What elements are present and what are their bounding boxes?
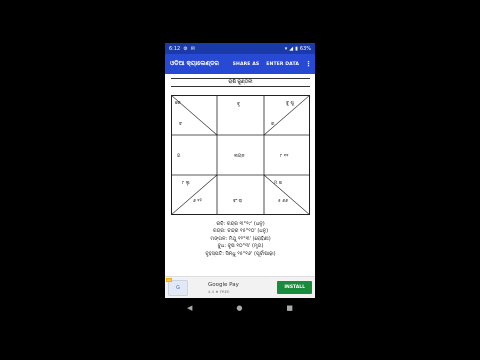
signal-icon: ◢: [289, 45, 294, 52]
house-5-planets: ୮ ୧୧: [280, 154, 289, 159]
status-bar: 6:12 ⚙ ✉ ▾ ◢ ▮ 63%: [165, 43, 315, 54]
planet-position-row: ବୃହସ୍ପତି: ସିନ୍ଧୁ ୨୫°୧୬' (ପୂର୍ବାଷାଢ଼ା): [205, 250, 276, 257]
house-7-planets: ୫ ୬୬: [278, 199, 288, 204]
ad-rating: 4.4 ★ FREE: [208, 288, 230, 294]
planet-position-row: ଚନ୍ଦ୍ର: ଚନ୍ଦ୍ର ୧୫°୨୦' (ଧନୁ): [212, 228, 269, 235]
ad-banner[interactable]: Ad G Google Pay 4.4 ★ FREE INSTALL: [165, 276, 315, 298]
enter-data-button[interactable]: ENTER DATA: [266, 62, 299, 67]
battery-icon: ▮: [295, 45, 298, 52]
house-11-planets: ଗ: [177, 154, 181, 159]
ad-badge: Ad: [166, 278, 172, 282]
house-2-planets: ବୃ: [237, 102, 241, 107]
chart-title: ରାଶି କୁଣ୍ଡଳୀ: [171, 78, 310, 87]
overflow-menu-icon[interactable]: ⋮: [305, 60, 312, 68]
recents-icon[interactable]: ■: [286, 304, 293, 312]
notification-icon: ✉: [190, 45, 195, 52]
lagna-cell: ଲଗ୍ନ: [234, 154, 245, 159]
house-1-planets: ଚ: [179, 122, 183, 127]
planet-position-row: ବୁଧ: ବୃଷ ୧୦°୩' (ମୃଗ): [217, 243, 264, 250]
battery-level: 63%: [299, 45, 311, 52]
planet-position-row: ମଙ୍ଗଳ: ମିଥୁ ୧୨°୩' (ରୋହିଣୀ): [210, 235, 271, 242]
planet-positions-list: ରବି: ଚନ୍ଦ୍ର ୩°୨୯' (ଧନୁ) ଚନ୍ଦ୍ର: ଚନ୍ଦ୍ର ୧…: [171, 221, 310, 258]
settings-icon: ⚙: [183, 45, 188, 52]
wifi-icon: ▾: [284, 45, 288, 52]
house-10-planets: ୮ ଲୁ: [182, 181, 190, 186]
main-content: ରାଶି କୁଣ୍ଡଳୀ କେ ଚ ବୃ ବୁ ଶୁ ର ଗ ଲଗ୍ନ ୮ ୧୧…: [165, 74, 315, 296]
status-time: 6:12: [169, 45, 181, 52]
share-as-button[interactable]: SHARE AS: [233, 62, 260, 67]
ad-app-name[interactable]: Google Pay: [208, 282, 277, 288]
planet-position-row: ରବି: ଚନ୍ଦ୍ର ୩°୨୯' (ଧନୁ): [216, 221, 265, 227]
house-8-planets: ବଂ ରା: [233, 199, 243, 204]
app-title: ଓଡିଆ କ୍ୟାଲେଣ୍ଡର: [170, 60, 219, 67]
house-4-planets: ର: [271, 122, 275, 127]
phone-screen: 6:12 ⚙ ✉ ▾ ◢ ▮ 63% ଓଡିଆ କ୍ୟାଲେଣ୍ଡର SHARE…: [165, 43, 315, 318]
system-nav-bar: ◀ ● ■: [165, 298, 315, 318]
house-6-planets: ମ ଶ: [274, 181, 283, 186]
house-3-planets: ବୁ ଶୁ: [286, 101, 294, 106]
kundali-chart: କେ ଚ ବୃ ବୁ ଶୁ ର ଗ ଲଗ୍ନ ୮ ୧୧ ୮ ଲୁ ୬ ୧୨ ବଂ…: [170, 94, 311, 216]
back-icon[interactable]: ◀: [187, 304, 192, 312]
install-button[interactable]: INSTALL: [277, 281, 312, 294]
house-9-planets: ୬ ୧୨: [193, 199, 202, 204]
house-12-planets: କେ: [175, 101, 181, 106]
home-icon[interactable]: ●: [236, 304, 242, 312]
app-bar: ଓଡିଆ କ୍ୟାଲେଣ୍ଡର SHARE AS ENTER DATA ⋮: [165, 54, 315, 74]
